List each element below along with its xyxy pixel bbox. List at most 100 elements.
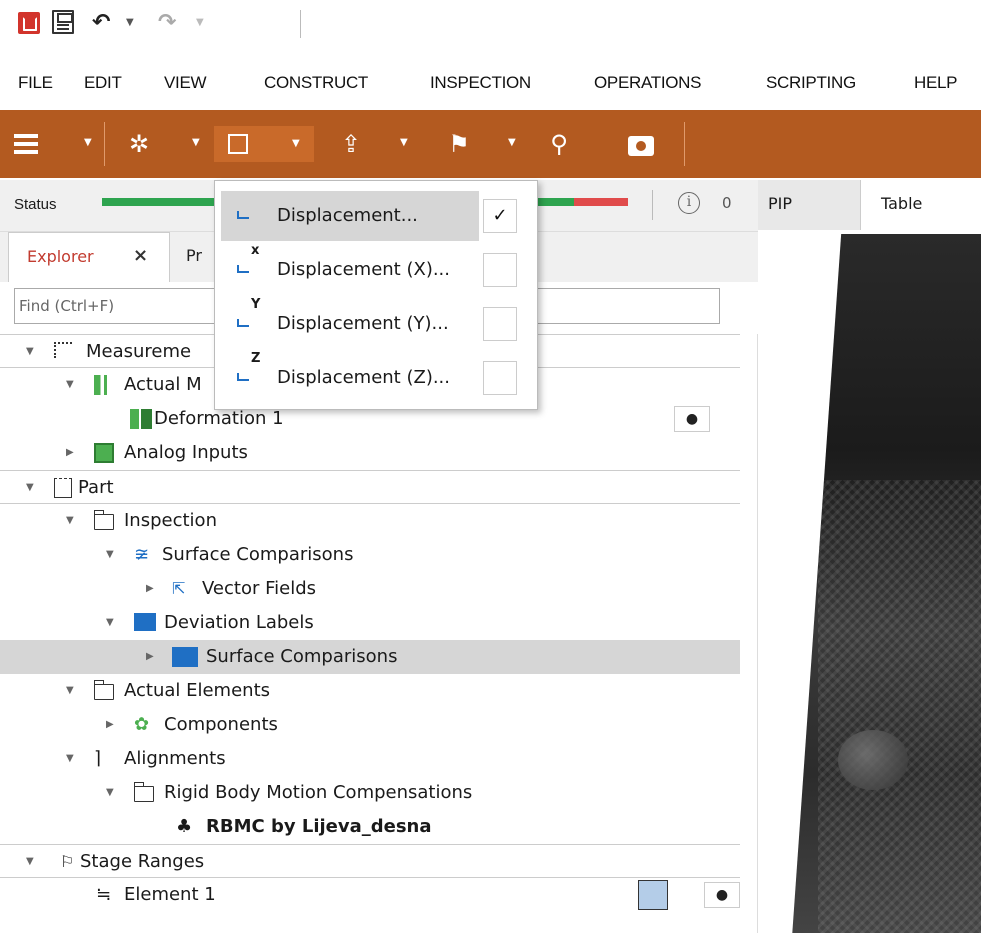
menu-edit[interactable]: EDIT [84, 73, 122, 93]
close-icon[interactable]: × [133, 245, 148, 266]
label-dropdown-icon[interactable]: ▼ [508, 137, 516, 148]
collapse-arrow-icon[interactable]: ▼ [106, 606, 114, 640]
tree-row-part[interactable]: ▼ Part [0, 470, 740, 504]
tree-row-rbmc[interactable]: ▼ Rigid Body Motion Compensations [0, 776, 740, 810]
deformation-stage-icon [130, 409, 152, 429]
displacement-x-icon: x [229, 243, 271, 295]
main-toolbar: ▼ ✲ ▼ ▼ ⇪ ▼ ⚑ ▼ ⚲ [0, 110, 981, 178]
menu-operations[interactable]: OPERATIONS [594, 73, 702, 93]
expand-arrow-icon[interactable]: ▶ [66, 436, 74, 470]
construct-dropdown-icon[interactable]: ▼ [192, 137, 200, 148]
checkbox-displacement[interactable]: ✓ [483, 199, 517, 233]
camera-icon[interactable] [628, 136, 654, 156]
tab-table-label: Table [881, 194, 923, 213]
menu-dropdown-icon[interactable]: ▼ [84, 137, 92, 148]
menu-view[interactable]: VIEW [164, 73, 207, 93]
expand-arrow-icon[interactable]: ▶ [146, 572, 154, 606]
label-icon[interactable]: ⚑ [444, 126, 474, 162]
export-icon[interactable]: ⇪ [336, 126, 366, 162]
construct-icon[interactable]: ✲ [124, 126, 154, 162]
tree-row-alignments[interactable]: ▼ ⌉ Alignments [0, 742, 740, 776]
tab-explorer[interactable]: Explorer × [8, 232, 170, 282]
menu-icon[interactable] [14, 142, 38, 146]
tab-properties[interactable]: Pr [186, 246, 202, 265]
menu-item-label: Displacement (Y)... [277, 313, 449, 334]
tree-row-actual-elements[interactable]: ▼ Actual Elements [0, 674, 740, 708]
tree-row-deviation-labels[interactable]: ▼ Deviation Labels [0, 606, 740, 640]
collapse-arrow-icon[interactable]: ▼ [106, 776, 114, 810]
menu-help[interactable]: HELP [914, 73, 958, 93]
collapse-arrow-icon[interactable]: ▼ [66, 368, 74, 402]
menu-item-displacement-z[interactable]: Z Displacement (Z)... [221, 351, 479, 403]
tree-label: Surface Comparisons [162, 544, 354, 565]
menu-item-label: Displacement (Z)... [277, 367, 451, 388]
app-logo-icon[interactable] [18, 12, 40, 34]
collapse-arrow-icon[interactable]: ▼ [66, 504, 74, 538]
checkbox-displacement-z[interactable] [483, 361, 517, 395]
tree-label: Stage Ranges [80, 851, 205, 872]
menu-item-displacement-x[interactable]: x Displacement (X)... [221, 243, 479, 295]
redo-dropdown-icon[interactable]: ▼ [196, 17, 204, 28]
tree-label: Element 1 [124, 884, 216, 905]
search-icon[interactable]: ⚲ [544, 126, 574, 162]
separator [684, 122, 685, 166]
separator [652, 190, 653, 220]
menu-item-displacement-y[interactable]: Y Displacement (Y)... [221, 297, 479, 349]
visibility-eye-icon[interactable]: ● [674, 406, 710, 432]
menu-construct[interactable]: CONSTRUCT [264, 73, 368, 93]
fabric-texture [818, 480, 981, 933]
tree-row-analog-inputs[interactable]: ▶ Analog Inputs [0, 436, 740, 470]
menu-file[interactable]: FILE [18, 73, 53, 93]
status-label: Status [14, 196, 57, 213]
tree-label: Inspection [124, 510, 217, 531]
info-icon[interactable]: i [678, 192, 700, 214]
checkbox-displacement-x[interactable] [483, 253, 517, 287]
collapse-arrow-icon[interactable]: ▼ [66, 674, 74, 708]
undo-icon[interactable]: ↶ [92, 12, 118, 34]
export-dropdown-icon[interactable]: ▼ [400, 137, 408, 148]
3d-view[interactable] [758, 230, 981, 933]
part-icon [54, 478, 72, 498]
undo-dropdown-icon[interactable]: ▼ [126, 17, 134, 28]
displacement-z-icon: Z [229, 351, 271, 403]
tree-row-surface-comparisons[interactable]: ▼ ≆ Surface Comparisons [0, 538, 740, 572]
flag-icon: ⚐ [60, 852, 75, 871]
tab-table[interactable]: Table [860, 180, 981, 230]
menu-item-displacement[interactable]: Displacement... [221, 191, 479, 241]
tree-row-vector-fields[interactable]: ▶ ⇱ Vector Fields [0, 572, 740, 606]
redo-icon[interactable]: ↷ [158, 12, 176, 34]
expand-arrow-icon[interactable]: ▶ [106, 708, 114, 742]
displacement-dropdown: Displacement... ✓ x Displacement (X)... … [214, 180, 538, 410]
collapse-arrow-icon[interactable]: ▼ [106, 538, 114, 572]
collapse-arrow-icon[interactable]: ▼ [26, 845, 34, 879]
collapse-arrow-icon[interactable]: ▼ [66, 742, 74, 776]
color-swatch[interactable] [638, 880, 668, 910]
save-icon[interactable] [52, 10, 74, 34]
menu-inspection[interactable]: INSPECTION [430, 73, 531, 93]
menu-scripting[interactable]: SCRIPTING [766, 73, 856, 93]
separator [104, 122, 105, 166]
tree-label: Rigid Body Motion Compensations [164, 782, 473, 803]
tree-row-element-1[interactable]: ≒ Element 1 ● [0, 878, 740, 912]
tree-row-components[interactable]: ▶ ✿ Components [0, 708, 740, 742]
visibility-eye-icon[interactable]: ● [704, 882, 740, 908]
measurement-series-icon [54, 342, 72, 358]
collapse-arrow-icon[interactable]: ▼ [26, 335, 34, 369]
components-icon: ✿ [134, 714, 150, 735]
tree-row-inspection[interactable]: ▼ Inspection [0, 504, 740, 538]
tree-label: Analog Inputs [124, 442, 248, 463]
checkbox-displacement-y[interactable] [483, 307, 517, 341]
tree-row-stage-ranges[interactable]: ▼ ⚐ Stage Ranges [0, 844, 740, 878]
actual-measurement-icon [94, 375, 116, 395]
surface-comparison-icon: ≆ [134, 544, 150, 565]
tree-row-rbmc-lijeva-desna[interactable]: ♣ RBMC by Lijeva_desna [0, 810, 740, 844]
tab-pip[interactable]: PIP [768, 194, 792, 213]
expand-arrow-icon[interactable]: ▶ [146, 640, 154, 674]
stage-range-icon: ≒ [96, 884, 112, 905]
separator [300, 10, 301, 38]
rbmc-icon: ♣ [176, 816, 193, 837]
tab-explorer-label: Explorer [27, 247, 94, 266]
collapse-arrow-icon[interactable]: ▼ [26, 471, 34, 505]
tree-row-surface-comparisons-labels[interactable]: ▶ Surface Comparisons [0, 640, 740, 674]
inspect-button[interactable]: ▼ [214, 126, 314, 162]
